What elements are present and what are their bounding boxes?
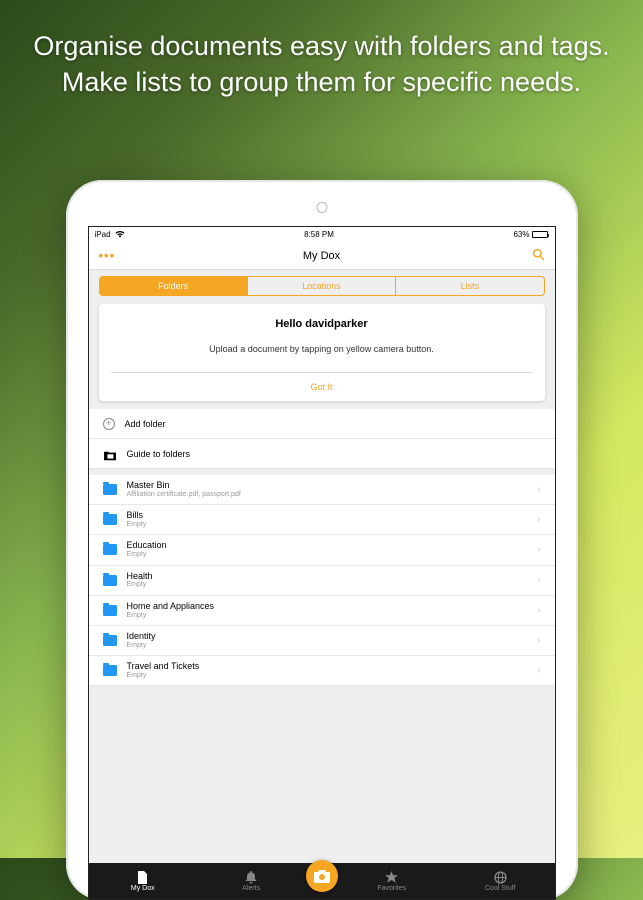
document-icon	[136, 870, 150, 884]
folder-name: Travel and Tickets	[127, 661, 528, 672]
tab-label: My Dox	[131, 885, 155, 892]
segmented-control: Folders Locations Lists	[99, 276, 545, 296]
got-it-button[interactable]: Got It	[111, 372, 533, 401]
add-folder-row[interactable]: + Add folder	[89, 409, 555, 439]
folder-name: Bills	[127, 510, 528, 521]
app-screen: iPad 8:58 PM 63% ••• My Dox Folders Loca…	[88, 226, 556, 900]
battery-percent: 63%	[513, 230, 529, 239]
folder-row[interactable]: Home and Appliances Empty ›	[89, 596, 555, 626]
folder-row[interactable]: Identity Empty ›	[89, 626, 555, 656]
welcome-body: Upload a document by tapping on yellow c…	[111, 344, 533, 354]
folder-row[interactable]: Bills Empty ›	[89, 505, 555, 535]
wifi-icon	[115, 230, 125, 240]
chevron-right-icon: ›	[537, 635, 540, 646]
folder-icon	[103, 575, 117, 586]
chevron-right-icon: ›	[537, 575, 540, 586]
folder-subtitle: Empty	[127, 672, 528, 680]
status-bar: iPad 8:58 PM 63%	[89, 227, 555, 242]
chevron-right-icon: ›	[537, 514, 540, 525]
folder-name: Health	[127, 571, 528, 582]
globe-icon	[493, 870, 507, 884]
search-icon[interactable]	[532, 248, 545, 264]
chevron-right-icon: ›	[537, 605, 540, 616]
welcome-card: Hello davidparker Upload a document by t…	[99, 304, 545, 401]
folder-subtitle: Affiliation certificate.pdf, passport.pd…	[127, 491, 528, 499]
guide-row[interactable]: Guide to folders	[89, 439, 555, 469]
folder-list: Master Bin Affiliation certificate.pdf, …	[89, 475, 555, 686]
folder-icon	[103, 665, 117, 676]
tab-favorites[interactable]: Favorites	[338, 870, 447, 892]
folder-subtitle: Empty	[127, 521, 528, 529]
chevron-right-icon: ›	[537, 665, 540, 676]
star-icon	[385, 870, 399, 884]
folder-name: Education	[127, 540, 528, 551]
marketing-headline: Organise documents easy with folders and…	[0, 0, 643, 101]
tab-locations[interactable]: Locations	[248, 277, 396, 295]
folder-icon	[103, 484, 117, 495]
guide-label: Guide to folders	[127, 449, 191, 459]
bell-icon	[244, 870, 258, 884]
folder-name: Identity	[127, 631, 528, 642]
camera-icon	[314, 870, 330, 883]
home-button-icon	[316, 202, 327, 213]
folder-subtitle: Empty	[127, 642, 528, 650]
tab-lists[interactable]: Lists	[396, 277, 543, 295]
chevron-right-icon: ›	[537, 544, 540, 555]
folder-icon	[103, 635, 117, 646]
tab-folders[interactable]: Folders	[100, 277, 248, 295]
ipad-frame: iPad 8:58 PM 63% ••• My Dox Folders Loca…	[66, 180, 578, 900]
folder-subtitle: Empty	[127, 612, 528, 620]
folder-row[interactable]: Education Empty ›	[89, 535, 555, 565]
nav-bar: ••• My Dox	[89, 242, 555, 270]
device-label: iPad	[95, 230, 111, 239]
folder-subtitle: Empty	[127, 551, 528, 559]
folder-row[interactable]: Health Empty ›	[89, 566, 555, 596]
folder-row[interactable]: Travel and Tickets Empty ›	[89, 656, 555, 686]
guide-icon	[103, 449, 117, 459]
folder-subtitle: Empty	[127, 581, 528, 589]
folder-row[interactable]: Master Bin Affiliation certificate.pdf, …	[89, 475, 555, 505]
tab-cool-stuff[interactable]: Cool Stuff	[446, 870, 555, 892]
add-icon: +	[103, 418, 115, 430]
tab-label: Alerts	[242, 885, 260, 892]
folder-name: Home and Appliances	[127, 601, 528, 612]
tab-my-dox[interactable]: My Dox	[89, 870, 198, 892]
tab-alerts[interactable]: Alerts	[197, 870, 306, 892]
folder-icon	[103, 514, 117, 525]
welcome-title: Hello davidparker	[111, 318, 533, 330]
battery-icon	[532, 231, 548, 238]
tab-label: Cool Stuff	[485, 885, 516, 892]
camera-button[interactable]	[306, 860, 338, 892]
content-area: Hello davidparker Upload a document by t…	[89, 304, 555, 863]
folder-name: Master Bin	[127, 480, 528, 491]
bottom-tab-bar: My Dox Alerts Favorites	[89, 863, 555, 899]
add-folder-label: Add folder	[125, 419, 166, 429]
page-title: My Dox	[303, 250, 340, 262]
tab-label: Favorites	[377, 885, 406, 892]
status-time: 8:58 PM	[304, 230, 334, 239]
folder-icon	[103, 605, 117, 616]
menu-button[interactable]: •••	[99, 248, 116, 263]
chevron-right-icon: ›	[537, 484, 540, 495]
folder-icon	[103, 544, 117, 555]
